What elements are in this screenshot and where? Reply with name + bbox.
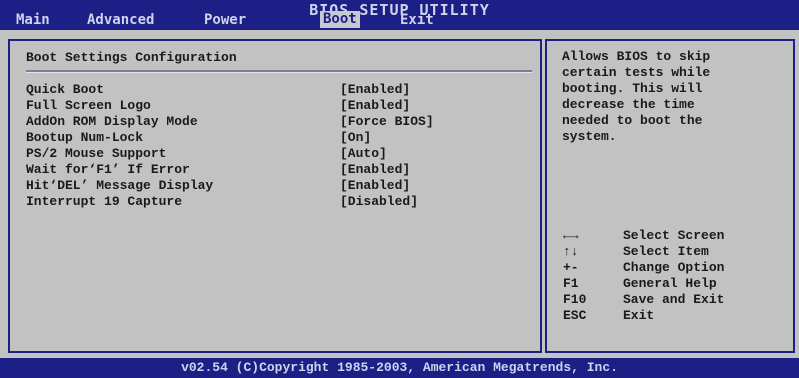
setting-label: PS/2 Mouse Support	[26, 146, 167, 161]
setting-value[interactable]: [Disabled]	[340, 194, 418, 210]
setting-quick-boot[interactable]: Quick Boot [Enabled]	[26, 82, 532, 98]
tab-power[interactable]: Power	[204, 12, 246, 28]
key-symbol: ESC	[563, 308, 587, 323]
key-desc: Select Screen	[623, 228, 725, 243]
tab-advanced[interactable]: Advanced	[87, 12, 154, 28]
copyright-bar: v02.54 (C)Copyright 1985-2003, American …	[0, 358, 799, 378]
key-legend-row: +- Change Option	[563, 260, 788, 276]
help-text: Allows BIOS to skip certain tests while …	[562, 49, 711, 144]
key-desc: Select Item	[623, 244, 709, 259]
key-desc: Save and Exit	[623, 292, 725, 307]
key-desc: Change Option	[623, 260, 725, 275]
key-legend-row: F1 General Help	[563, 276, 788, 292]
setting-label: Hit‘DEL’ Message Display	[26, 178, 214, 193]
setting-label: Interrupt 19 Capture	[26, 194, 183, 209]
setting-value[interactable]: [Enabled]	[340, 178, 410, 194]
setting-addon-rom-display-mode[interactable]: AddOn ROM Display Mode [Force BIOS]	[26, 114, 532, 130]
left-right-arrow-icon: ←→	[563, 228, 579, 243]
key-desc: General Help	[623, 276, 717, 291]
setting-label: Bootup Num-Lock	[26, 130, 144, 145]
key-legend-row: F10 Save and Exit	[563, 292, 788, 308]
key-legend-row: ←→ Select Screen	[563, 228, 788, 244]
setting-value[interactable]: [Auto]	[340, 146, 387, 162]
tab-boot[interactable]: Boot	[320, 11, 360, 28]
setting-value[interactable]: [Force BIOS]	[340, 114, 434, 130]
setting-full-screen-logo[interactable]: Full Screen Logo [Enabled]	[26, 98, 532, 114]
setting-label: AddOn ROM Display Mode	[26, 114, 198, 129]
key-legend-row: ↑↓ Select Item	[563, 244, 788, 260]
setting-hit-del-message[interactable]: Hit‘DEL’ Message Display [Enabled]	[26, 178, 532, 194]
setting-value[interactable]: [On]	[340, 130, 371, 146]
section-title: Boot Settings Configuration	[26, 50, 237, 65]
setting-value[interactable]: [Enabled]	[340, 98, 410, 114]
setting-value[interactable]: [Enabled]	[340, 162, 410, 178]
section-divider	[26, 70, 532, 73]
setting-label: Full Screen Logo	[26, 98, 151, 113]
tab-main[interactable]: Main	[16, 12, 50, 28]
up-down-arrow-icon: ↑↓	[563, 244, 579, 259]
main-area: Boot Settings Configuration Quick Boot […	[0, 30, 799, 358]
title-bar: BIOS SETUP UTILITY Main Advanced Power B…	[0, 0, 799, 30]
setting-wait-for-f1[interactable]: Wait for‘F1’ If Error [Enabled]	[26, 162, 532, 178]
key-legend-row: ESC Exit	[563, 308, 788, 324]
setting-label: Wait for‘F1’ If Error	[26, 162, 190, 177]
tab-exit[interactable]: Exit	[400, 12, 434, 28]
key-symbol: F10	[563, 292, 587, 307]
setting-value[interactable]: [Enabled]	[340, 82, 410, 98]
setting-interrupt-19-capture[interactable]: Interrupt 19 Capture [Disabled]	[26, 194, 532, 210]
key-desc: Exit	[623, 308, 655, 323]
setting-bootup-num-lock[interactable]: Bootup Num-Lock [On]	[26, 130, 532, 146]
key-symbol: +-	[563, 260, 579, 275]
key-symbol: F1	[563, 276, 579, 291]
setting-ps2-mouse-support[interactable]: PS/2 Mouse Support [Auto]	[26, 146, 532, 162]
setting-label: Quick Boot	[26, 82, 105, 97]
